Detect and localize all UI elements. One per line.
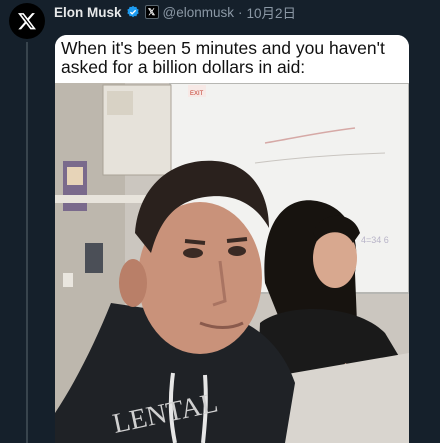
header-separator: · (238, 4, 243, 20)
author-name[interactable]: Elon Musk (54, 5, 122, 20)
meme-caption: When it's been 5 minutes and you haven't… (55, 35, 409, 83)
author-handle[interactable]: @elonmusk (163, 5, 234, 20)
post-date[interactable]: 10月2日 (247, 2, 297, 22)
classroom-photo-illustration: 4=34 6 EXIT LENTAL (55, 83, 409, 443)
tweet-media[interactable]: When it's been 5 minutes and you haven't… (55, 35, 409, 443)
verified-badge-icon (126, 5, 139, 18)
svg-text:4=34 6: 4=34 6 (361, 235, 389, 245)
thread-line (26, 42, 28, 443)
tweet[interactable]: Elon Musk 𝕏 @elonmusk · 10月2日 When it's … (0, 0, 440, 443)
meme-photo[interactable]: 4=34 6 EXIT LENTAL (55, 83, 409, 443)
x-affiliate-icon: 𝕏 (144, 5, 159, 19)
x-logo-icon (18, 13, 36, 30)
avatar[interactable] (9, 3, 45, 39)
tweet-header: Elon Musk 𝕏 @elonmusk · 10月2日 (54, 2, 297, 22)
exit-sign: EXIT (190, 91, 204, 97)
